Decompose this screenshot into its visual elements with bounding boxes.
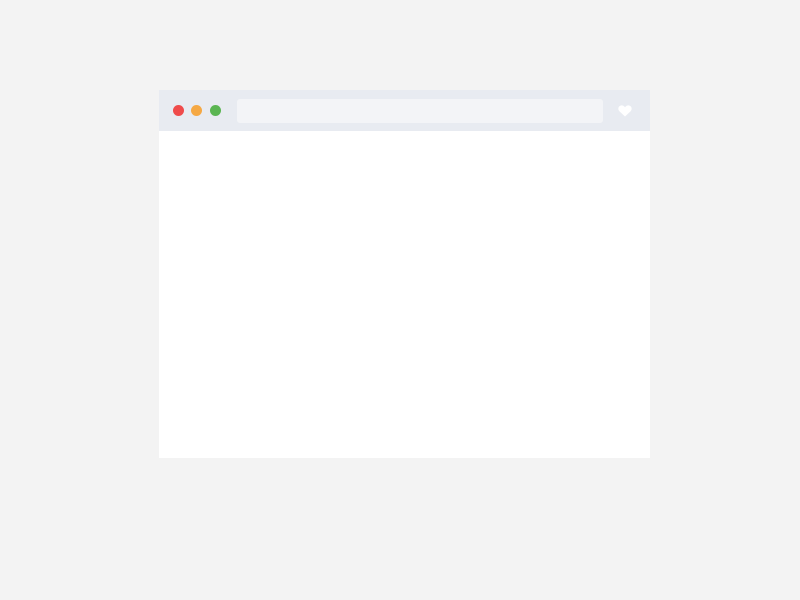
title-bar bbox=[159, 90, 650, 131]
close-window-button[interactable] bbox=[173, 105, 184, 116]
heart-icon bbox=[618, 105, 632, 117]
page-content-area bbox=[159, 131, 650, 458]
browser-window bbox=[159, 90, 650, 458]
favorite-button[interactable] bbox=[616, 102, 634, 120]
address-bar-input[interactable] bbox=[237, 99, 603, 123]
maximize-window-button[interactable] bbox=[210, 105, 221, 116]
minimize-window-button[interactable] bbox=[191, 105, 202, 116]
